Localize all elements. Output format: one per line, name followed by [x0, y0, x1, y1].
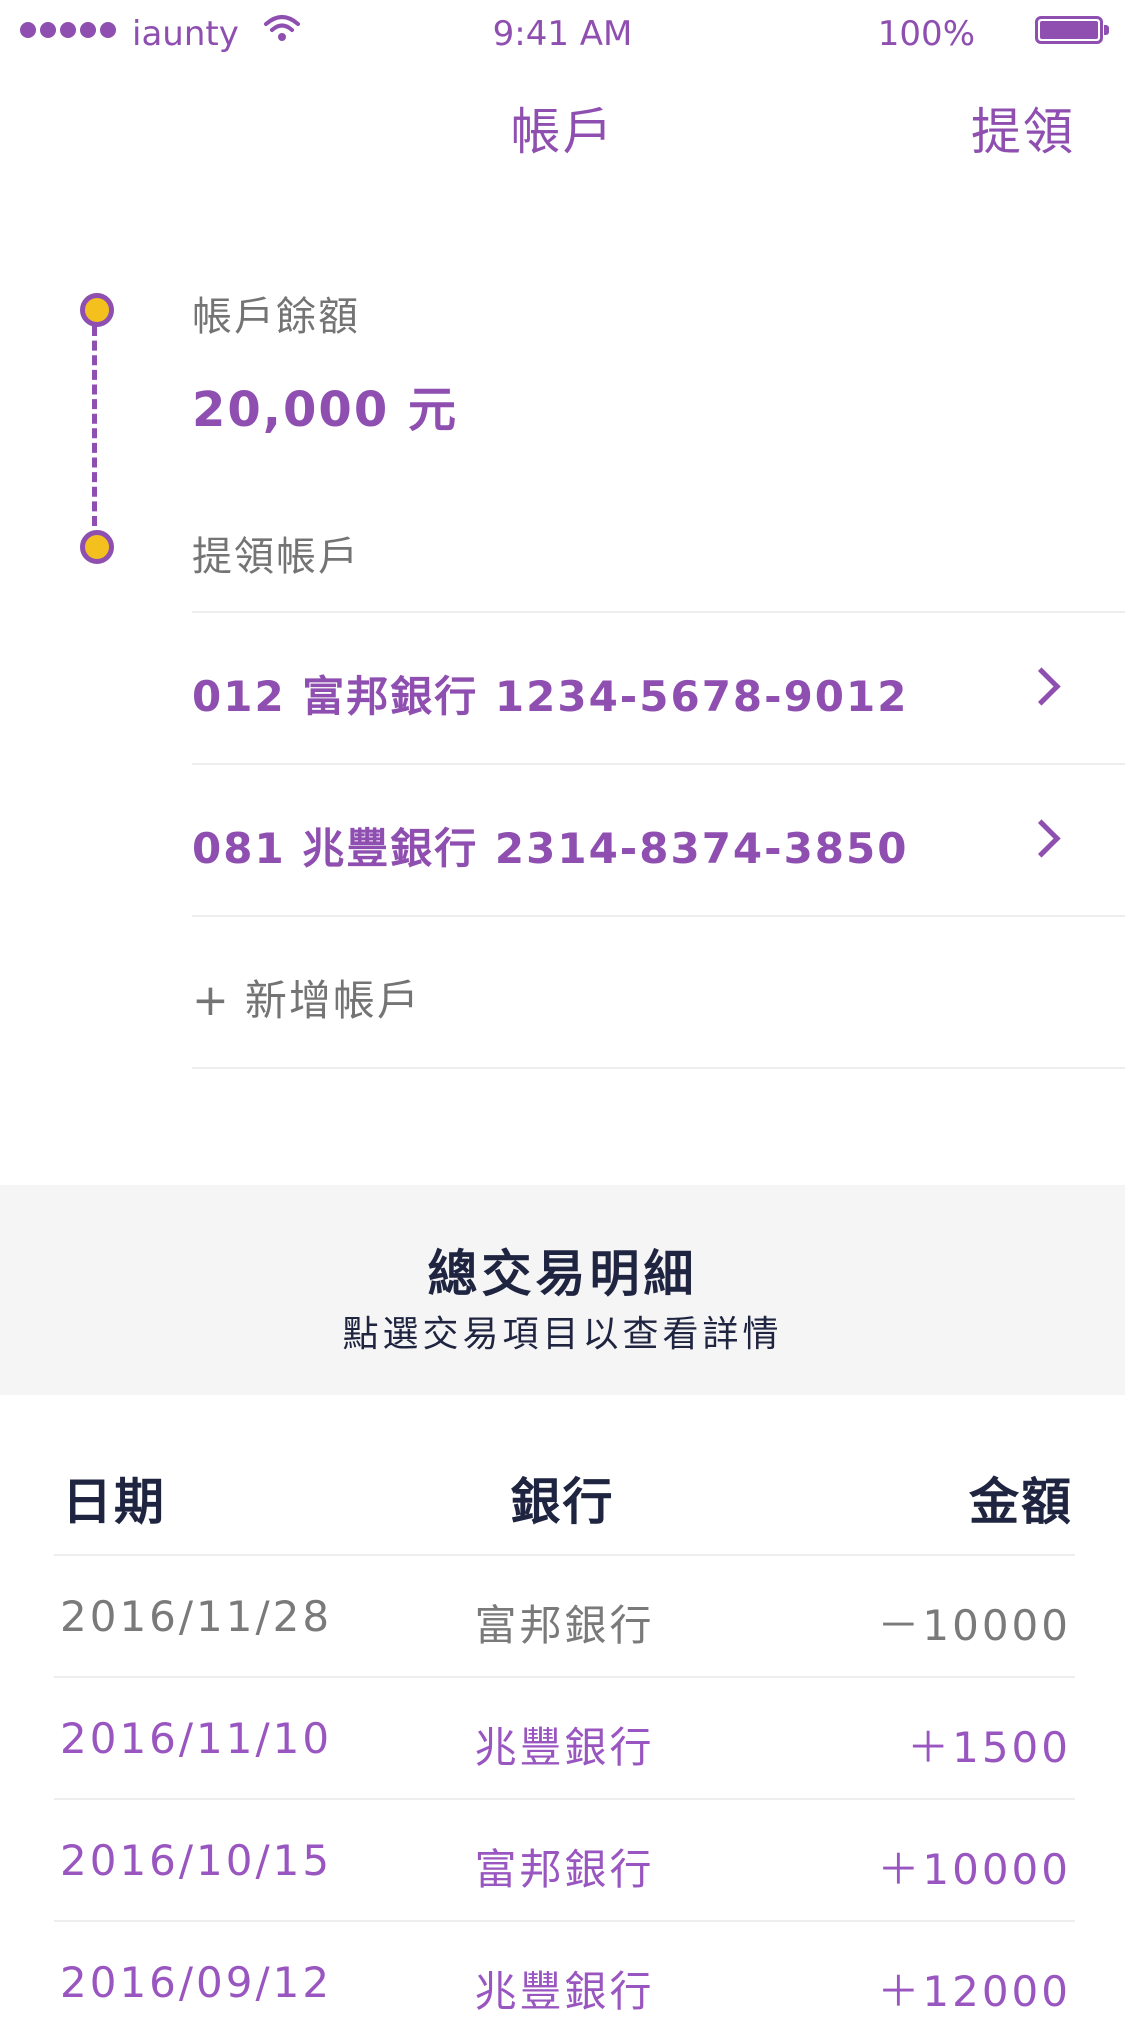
- battery-percentage: 100%: [877, 14, 975, 54]
- table-row[interactable]: 2016/10/15 富邦銀行 ＋10000: [54, 1798, 1075, 1920]
- timeline-dot-icon: [80, 530, 114, 564]
- account-label: 081 兆豐銀行 2314-8374-3850: [192, 824, 909, 873]
- timeline-dashed-line: [92, 326, 97, 526]
- transactions-subtitle: 點選交易項目以查看詳情: [342, 1314, 783, 1355]
- account-row-megabank[interactable]: 081 兆豐銀行 2314-8374-3850: [192, 763, 1125, 915]
- table-row[interactable]: 2016/11/10 兆豐銀行 ＋1500: [54, 1676, 1075, 1798]
- transactions-title: 總交易明細: [427, 1245, 698, 1303]
- table-row[interactable]: 2016/09/12 兆豐銀行 ＋12000: [54, 1920, 1075, 2042]
- account-row-fubon[interactable]: 012 富邦銀行 1234-5678-9012: [192, 611, 1125, 763]
- plus-icon: +: [192, 975, 231, 1026]
- chevron-right-icon: [1022, 819, 1061, 858]
- column-header-bank: 銀行: [510, 1473, 615, 1531]
- timeline-dot-icon: [80, 293, 114, 327]
- balance-label: 帳戶餘額: [192, 294, 360, 340]
- withdraw-nav-button[interactable]: 提領: [971, 92, 1075, 164]
- balance-value: 20,000 元: [192, 382, 458, 438]
- add-account-label: 新增帳戶: [244, 976, 421, 1025]
- add-account-button[interactable]: + 新增帳戶: [192, 915, 1125, 1067]
- chevron-right-icon: [1022, 667, 1061, 706]
- row-amount: －10000: [877, 1601, 1071, 1650]
- row-amount: ＋12000: [877, 1967, 1071, 2016]
- page-title: 帳戶: [510, 103, 615, 161]
- row-amount: ＋10000: [877, 1845, 1071, 1894]
- status-bar: iaunty 9:41 AM 100%: [0, 0, 1125, 70]
- column-header-amount: 金額: [969, 1473, 1073, 1531]
- row-amount: ＋1500: [907, 1723, 1071, 1772]
- withdraw-accounts-label: 提領帳戶: [192, 534, 360, 580]
- battery-icon: [1035, 16, 1109, 44]
- divider: [192, 1067, 1125, 1069]
- table-row[interactable]: 2016/11/28 富邦銀行 －10000: [54, 1554, 1075, 1676]
- account-label: 012 富邦銀行 1234-5678-9012: [192, 672, 909, 721]
